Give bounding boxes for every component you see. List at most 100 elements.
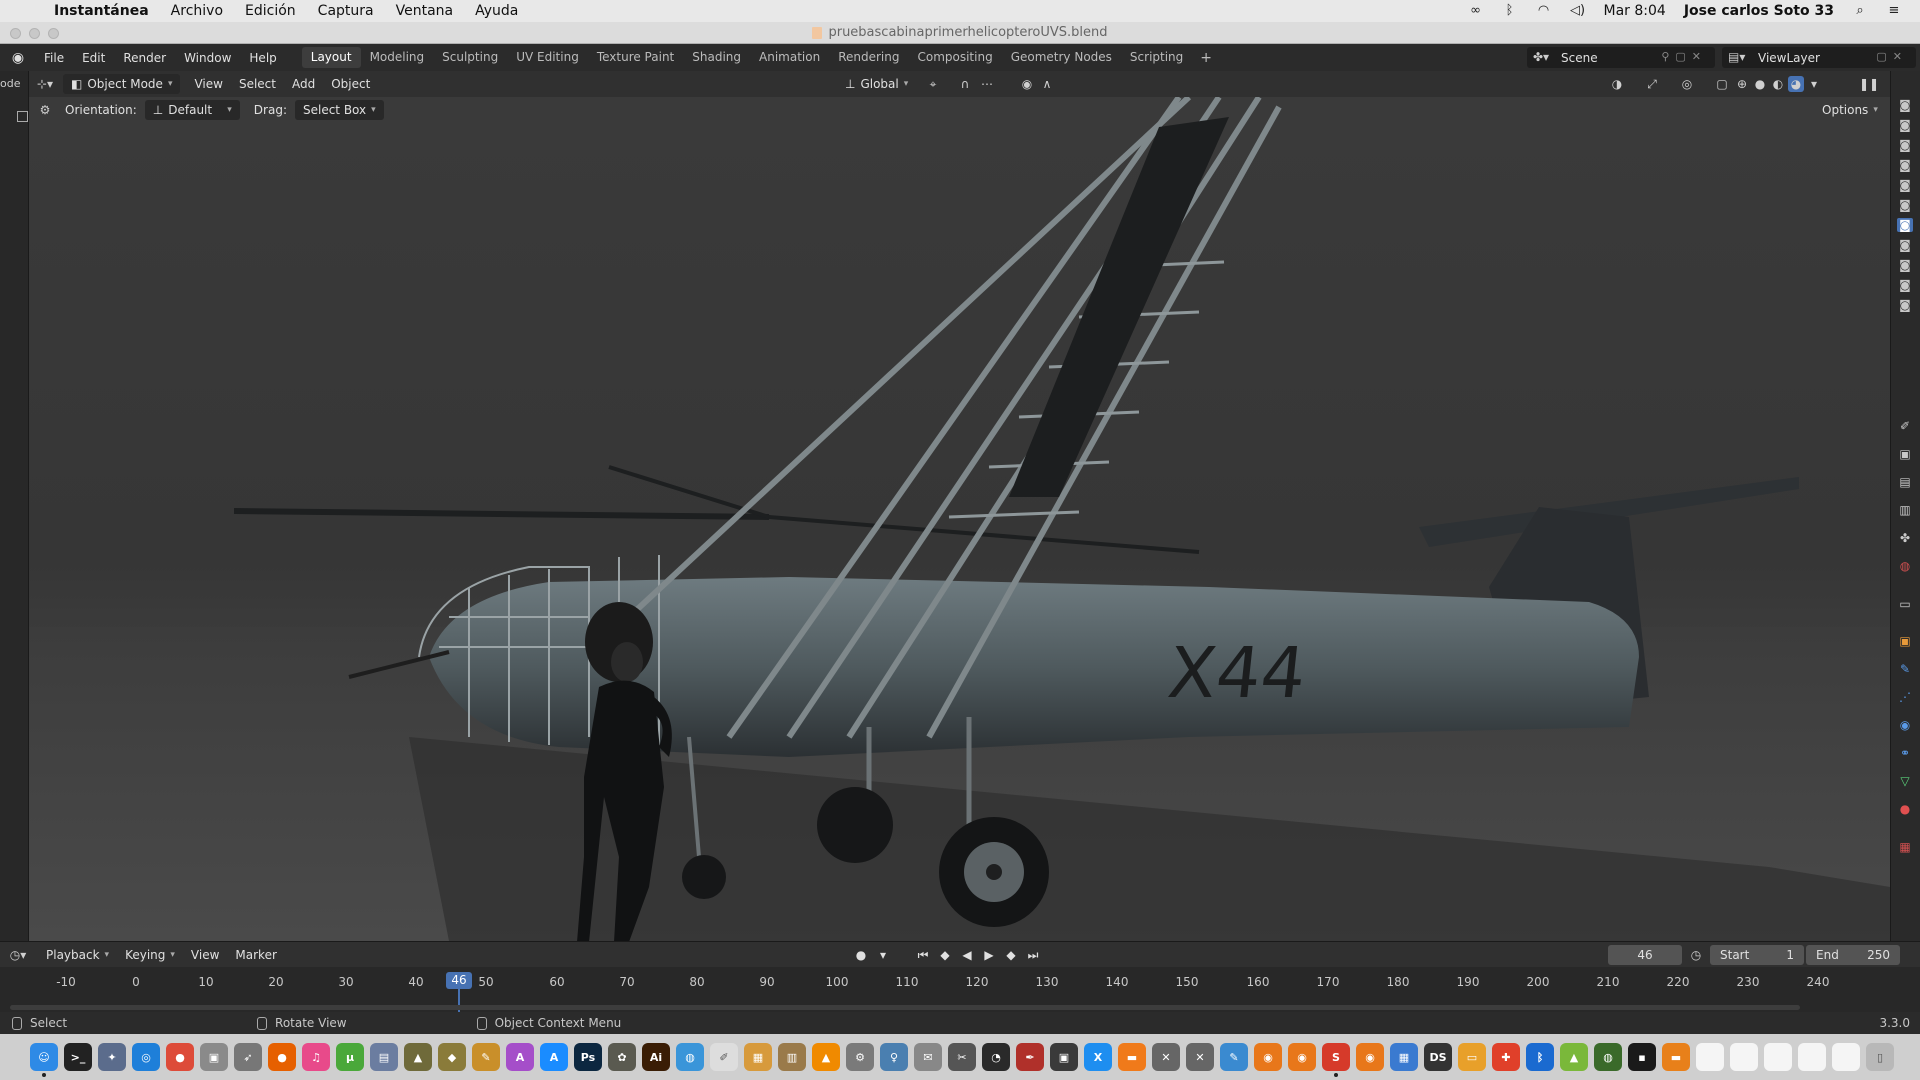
window-close-button[interactable] — [10, 28, 21, 39]
camera-restrict-icon[interactable]: ◙ — [1897, 178, 1913, 192]
dock-app-illustrator-icon[interactable]: Ai — [642, 1043, 670, 1071]
blender-logo-icon[interactable]: ◉ — [9, 50, 27, 66]
dock-app-blender3-icon[interactable]: ◉ — [1356, 1043, 1384, 1071]
dock-app-vlc-icon[interactable]: ▲ — [812, 1043, 840, 1071]
camera-restrict-icon[interactable]: ◙ — [1897, 98, 1913, 112]
output-properties-icon[interactable]: ▤ — [1897, 475, 1913, 489]
menubar-app-name[interactable]: Instantánea — [54, 3, 149, 19]
dock-app-photo-icon[interactable]: ▣ — [1050, 1043, 1078, 1071]
camera-restrict-icon[interactable]: ◙ — [1897, 238, 1913, 252]
dock-app-doc5-icon[interactable] — [1832, 1043, 1860, 1071]
dock-app-xcode-icon[interactable]: X — [1084, 1043, 1112, 1071]
dock-app-trash-icon[interactable]: ▯ — [1866, 1043, 1894, 1071]
menubar-clock[interactable]: Mar 8:04 — [1604, 3, 1666, 19]
dock-app-figure2-icon[interactable]: ✕ — [1152, 1043, 1180, 1071]
proportional-edit-icon[interactable]: ◉ — [1019, 76, 1035, 92]
wifi-icon[interactable]: ◠ — [1536, 4, 1552, 18]
overlays-icon[interactable]: ◎ — [1679, 76, 1695, 92]
record-button[interactable]: ● — [852, 947, 870, 963]
tab-compositing[interactable]: Compositing — [908, 47, 1001, 68]
world-properties-icon[interactable]: ◍ — [1897, 559, 1913, 573]
drag-dropdown[interactable]: Select Box ▾ — [294, 100, 384, 120]
dock-app-safari-icon[interactable]: ◎ — [132, 1043, 160, 1071]
material-shading-icon[interactable]: ◐ — [1770, 76, 1786, 92]
view-layer-selector[interactable]: ▤▾ ViewLayer ▢✕ — [1722, 47, 1916, 68]
view-layer-actions-icon[interactable]: ▢✕ — [1876, 50, 1908, 63]
spotlight-search-icon[interactable]: ⌕ — [1852, 4, 1868, 18]
camera-restrict-icon[interactable]: ◙ — [1897, 198, 1913, 212]
creative-cloud-icon[interactable]: ∞ — [1468, 4, 1484, 18]
dock-app-stamp-icon[interactable]: ✉ — [914, 1043, 942, 1071]
constraint-properties-icon[interactable]: ⚭ — [1897, 746, 1913, 760]
dock-app-screen-icon[interactable]: ▪ — [1628, 1043, 1656, 1071]
camera-restrict-icon[interactable]: ◙ — [1897, 278, 1913, 292]
dock-app-substance-icon[interactable]: S — [1322, 1043, 1350, 1077]
data-properties-icon[interactable]: ▽ — [1897, 774, 1913, 788]
camera-restrict-icon[interactable]: ◙ — [1897, 218, 1913, 232]
dock-app-grid-icon[interactable]: ▦ — [1390, 1043, 1418, 1071]
dock-app-chrome-icon[interactable]: ● — [166, 1043, 194, 1071]
menu-render[interactable]: Render — [114, 51, 175, 65]
options-dropdown[interactable]: Options ▾ — [1814, 100, 1886, 120]
render-properties-icon[interactable]: ▣ — [1897, 447, 1913, 461]
dock-app-android-icon[interactable]: ▲ — [1560, 1043, 1588, 1071]
3d-viewport[interactable]: X44 — [29, 97, 1890, 941]
solid-shading-icon[interactable]: ● — [1752, 76, 1768, 92]
snap-target-icon[interactable]: ⋯ — [979, 76, 995, 92]
view-layer-properties-icon[interactable]: ▥ — [1897, 503, 1913, 517]
tab-uv-editing[interactable]: UV Editing — [507, 47, 588, 68]
scene-actions-icon[interactable]: ⚲▢✕ — [1661, 50, 1707, 63]
end-frame-field[interactable]: End 250 — [1806, 945, 1900, 965]
dock-app-preview-icon[interactable]: ▣ — [200, 1043, 228, 1071]
dock-app-doc2-icon[interactable] — [1730, 1043, 1758, 1071]
collection-properties-icon[interactable]: ▭ — [1897, 597, 1913, 611]
xray-icon[interactable]: ▢ — [1714, 76, 1730, 92]
camera-restrict-icon[interactable]: ◙ — [1897, 298, 1913, 312]
menubar-edicion[interactable]: Edición — [245, 3, 296, 19]
menubar-user[interactable]: Jose carlos Soto 33 — [1684, 3, 1834, 19]
timeline-editor-icon[interactable]: ◷▾ — [10, 947, 27, 963]
dock-app-daz-icon[interactable]: DS — [1424, 1043, 1452, 1071]
tab-layout[interactable]: Layout — [301, 47, 361, 68]
menu-window[interactable]: Window — [175, 51, 240, 65]
orientation-dropdown[interactable]: ⊥ Default ▾ — [144, 100, 240, 120]
dock-app-utorrent-icon[interactable]: µ — [336, 1043, 364, 1071]
timeline-view-menu[interactable]: View — [183, 948, 227, 962]
prev-keyframe-button[interactable]: ◆ — [936, 947, 954, 963]
preview-range-icon[interactable]: ◷ — [1688, 947, 1704, 963]
dock-app-bluetooth-icon[interactable]: ᛒ — [1526, 1043, 1554, 1071]
dock-app-tool-icon[interactable]: ✂ — [948, 1043, 976, 1071]
object-properties-icon[interactable]: ▣ — [1897, 634, 1913, 648]
dock-app-game2-icon[interactable]: ◆ — [438, 1043, 466, 1071]
view-layer-name[interactable]: ViewLayer — [1758, 51, 1820, 65]
dock-app-textedit-icon[interactable]: ✐ — [710, 1043, 738, 1071]
dock-app-photoshop-icon[interactable]: Ps — [574, 1043, 602, 1071]
transform-orientation-dropdown[interactable]: ⊥ Global ▾ — [837, 74, 916, 94]
dock-app-game1-icon[interactable]: ▲ — [404, 1043, 432, 1071]
dock-app-doc1-icon[interactable] — [1696, 1043, 1724, 1071]
tab-shading[interactable]: Shading — [683, 47, 750, 68]
viewport-menu-view[interactable]: View — [186, 77, 230, 91]
add-workspace-button[interactable]: + — [1192, 50, 1220, 66]
dock-app-figure3-icon[interactable]: ✕ — [1186, 1043, 1214, 1071]
editor-type-icon[interactable]: ⊹▾ — [37, 76, 53, 92]
camera-restrict-icon[interactable]: ◙ — [1897, 258, 1913, 272]
jump-end-button[interactable]: ⏭ — [1024, 947, 1042, 963]
menu-file[interactable]: File — [35, 51, 73, 65]
volume-icon[interactable]: ◁) — [1570, 4, 1586, 18]
texture-properties-icon[interactable]: ▦ — [1897, 840, 1913, 854]
timeline-marker-menu[interactable]: Marker — [227, 948, 284, 962]
menubar-ventana[interactable]: Ventana — [396, 3, 454, 19]
tab-sculpting[interactable]: Sculpting — [433, 47, 507, 68]
dock-app-doc3-icon[interactable] — [1764, 1043, 1792, 1071]
viewport-menu-object[interactable]: Object — [323, 77, 378, 91]
scene-properties-icon[interactable]: ✤ — [1897, 531, 1913, 545]
scene-name[interactable]: Scene — [1561, 51, 1598, 65]
dock-app-affinity-icon[interactable]: A — [506, 1043, 534, 1071]
shading-options-icon[interactable]: ▾ — [1806, 76, 1822, 92]
pause-render-icon[interactable]: ❚❚ — [1859, 76, 1879, 92]
wireframe-shading-icon[interactable]: ⊕ — [1734, 76, 1750, 92]
notification-center-icon[interactable]: ≡ — [1886, 4, 1902, 18]
scene-selector[interactable]: ✤▾ Scene ⚲▢✕ — [1527, 47, 1715, 68]
jump-start-button[interactable]: ⏮ — [914, 947, 932, 963]
